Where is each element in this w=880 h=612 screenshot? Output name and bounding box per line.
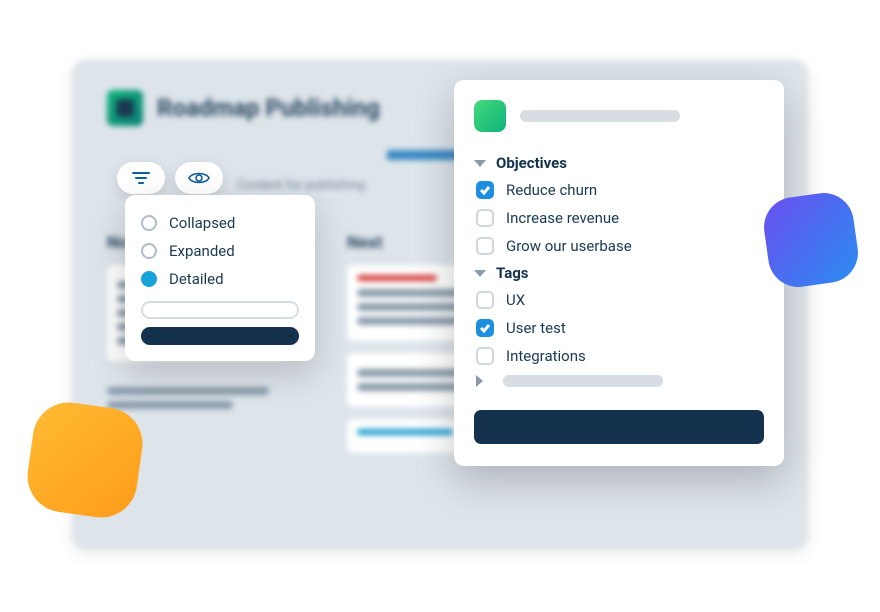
chevron-right-icon xyxy=(476,375,483,387)
section-title: Objectives xyxy=(496,154,567,172)
view-mode-popover: Collapsed Expanded Detailed xyxy=(125,195,315,361)
primary-button[interactable] xyxy=(141,327,299,345)
filter-pill-button[interactable] xyxy=(117,162,165,194)
view-option-label: Collapsed xyxy=(169,214,235,232)
chevron-down-icon xyxy=(474,270,486,277)
secondary-button[interactable] xyxy=(141,301,299,319)
popover-title-placeholder xyxy=(520,110,680,122)
section-toggle-collapsed[interactable] xyxy=(474,370,764,392)
eye-icon xyxy=(188,171,210,185)
view-option-detailed[interactable]: Detailed xyxy=(141,265,299,293)
view-option-label: Detailed xyxy=(169,270,224,288)
checkbox-icon xyxy=(476,291,494,309)
checkbox-icon xyxy=(476,237,494,255)
checkbox-label: Integrations xyxy=(506,347,586,365)
checkbox-integrations[interactable]: Integrations xyxy=(474,342,764,370)
checkbox-label: Increase revenue xyxy=(506,209,619,227)
chevron-down-icon xyxy=(474,160,486,167)
decorative-blob-yellow xyxy=(23,398,147,522)
radio-icon xyxy=(141,243,157,259)
checkbox-increase-revenue[interactable]: Increase revenue xyxy=(474,204,764,232)
page-title: Roadmap Publishing xyxy=(157,94,380,122)
checkbox-label: Grow our userbase xyxy=(506,237,632,255)
checkbox-label: UX xyxy=(506,291,525,309)
view-option-collapsed[interactable]: Collapsed xyxy=(141,209,299,237)
checkbox-reduce-churn[interactable]: Reduce churn xyxy=(474,176,764,204)
view-option-expanded[interactable]: Expanded xyxy=(141,237,299,265)
collapsed-section-placeholder xyxy=(503,375,663,387)
section-toggle-tags[interactable]: Tags xyxy=(474,260,764,286)
decorative-blob-blue xyxy=(760,189,862,291)
radio-icon xyxy=(141,215,157,231)
filter-popover: Objectives Reduce churn Increase revenue… xyxy=(454,80,784,466)
checkbox-grow-userbase[interactable]: Grow our userbase xyxy=(474,232,764,260)
checkbox-checked-icon xyxy=(476,181,494,199)
radio-icon-selected xyxy=(141,271,157,287)
color-swatch xyxy=(474,100,506,132)
visibility-pill-button[interactable] xyxy=(175,162,223,194)
apply-button[interactable] xyxy=(474,410,764,444)
checkbox-ux[interactable]: UX xyxy=(474,286,764,314)
checkbox-icon xyxy=(476,347,494,365)
section-title: Tags xyxy=(496,264,529,282)
checkbox-label: User test xyxy=(506,319,566,337)
checkbox-checked-icon xyxy=(476,319,494,337)
checkbox-label: Reduce churn xyxy=(506,181,597,199)
section-toggle-objectives[interactable]: Objectives xyxy=(474,150,764,176)
filter-icon xyxy=(132,171,150,185)
checkbox-user-test[interactable]: User test xyxy=(474,314,764,342)
checkbox-icon xyxy=(476,209,494,227)
app-logo xyxy=(107,90,143,126)
view-option-label: Expanded xyxy=(169,242,235,260)
